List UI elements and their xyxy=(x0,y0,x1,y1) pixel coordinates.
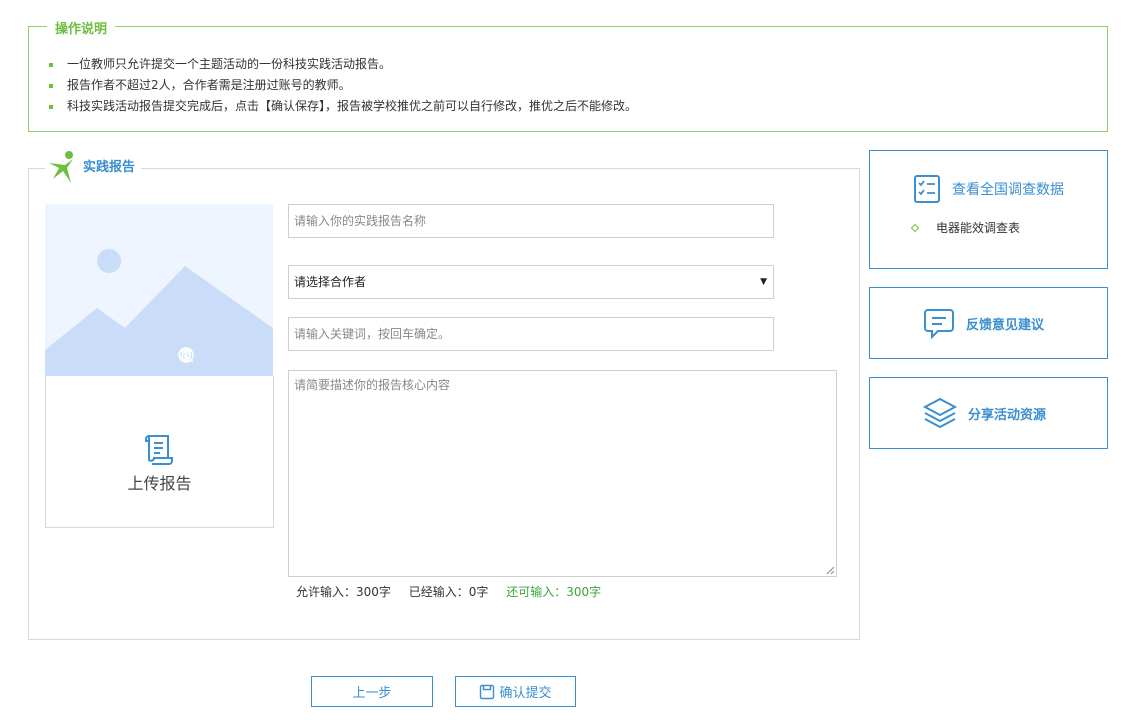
keywords-input[interactable] xyxy=(288,317,774,351)
document-scroll-icon xyxy=(145,435,173,465)
upload-label: 上传报告 xyxy=(127,474,192,493)
survey-link[interactable]: 查看全国调查数据 xyxy=(914,175,1064,203)
feedback-row: 反馈意见建议 xyxy=(922,306,1044,340)
list-item: 科技实践活动报告提交完成后，点击【确认保存】，报告被学校推优之前可以自行修改，推… xyxy=(49,96,637,117)
list-item: 报告作者不超过2人，合作者需是注册过账号的教师。 xyxy=(49,75,637,96)
instructions-list: 一位教师只允许提交一个主题活动的一份科技实践活动报告。 报告作者不超过2人，合作… xyxy=(49,54,637,117)
checklist-icon xyxy=(914,175,940,203)
previous-step-button[interactable]: 上一步 xyxy=(311,676,433,707)
feedback-panel[interactable]: 反馈意见建议 xyxy=(869,287,1108,359)
survey-item[interactable]: 电器能效调查表 xyxy=(910,219,1021,236)
confirm-submit-button[interactable]: 确认提交 xyxy=(455,676,576,707)
char-counts: 允许输入：300字 已经输入：0字 还可输入：300字 xyxy=(296,583,615,600)
trash-icon[interactable] xyxy=(180,346,231,364)
remaining-count: 还可输入：300字 xyxy=(506,585,602,599)
description-textarea[interactable] xyxy=(288,370,837,577)
confirm-submit-label: 确认提交 xyxy=(499,686,552,701)
layers-icon xyxy=(922,397,958,429)
search-icon[interactable] xyxy=(178,346,267,364)
survey-panel: 查看全国调查数据 电器能效调查表 xyxy=(869,150,1108,269)
entered-count: 已经输入：0字 xyxy=(408,585,489,599)
allowed-count: 允许输入：300字 xyxy=(296,585,391,599)
feedback-label: 反馈意见建议 xyxy=(966,317,1045,333)
upload-report-box[interactable]: 上传报告 xyxy=(45,376,274,528)
previous-step-label: 上一步 xyxy=(352,686,392,701)
report-name-input[interactable] xyxy=(288,204,774,238)
coauthor-select[interactable]: 请选择合作者 ▼ xyxy=(288,265,774,299)
chat-bubble-icon xyxy=(924,309,954,340)
report-legend: 实践报告 xyxy=(45,149,142,185)
star-person-icon xyxy=(49,151,73,183)
coauthor-select-value: 请选择合作者 xyxy=(294,275,367,289)
survey-title: 查看全国调查数据 xyxy=(952,182,1064,198)
share-row: 分享活动资源 xyxy=(922,396,1046,430)
list-item: 一位教师只允许提交一个主题活动的一份科技实践活动报告。 xyxy=(49,54,637,75)
image-placeholder[interactable] xyxy=(45,204,273,376)
diamond-bullet-icon xyxy=(910,223,920,232)
instructions-title: 操作说明 xyxy=(47,18,116,37)
report-title: 实践报告 xyxy=(83,159,136,175)
instructions-panel: 操作说明 一位教师只允许提交一个主题活动的一份科技实践活动报告。 报告作者不超过… xyxy=(28,18,1108,132)
save-icon xyxy=(480,684,495,699)
share-panel[interactable]: 分享活动资源 xyxy=(869,377,1108,449)
resize-grip-icon[interactable] xyxy=(825,565,835,575)
dropdown-arrow-icon: ▼ xyxy=(760,277,767,287)
survey-item-label: 电器能效调查表 xyxy=(936,221,1021,235)
share-label: 分享活动资源 xyxy=(968,407,1047,423)
